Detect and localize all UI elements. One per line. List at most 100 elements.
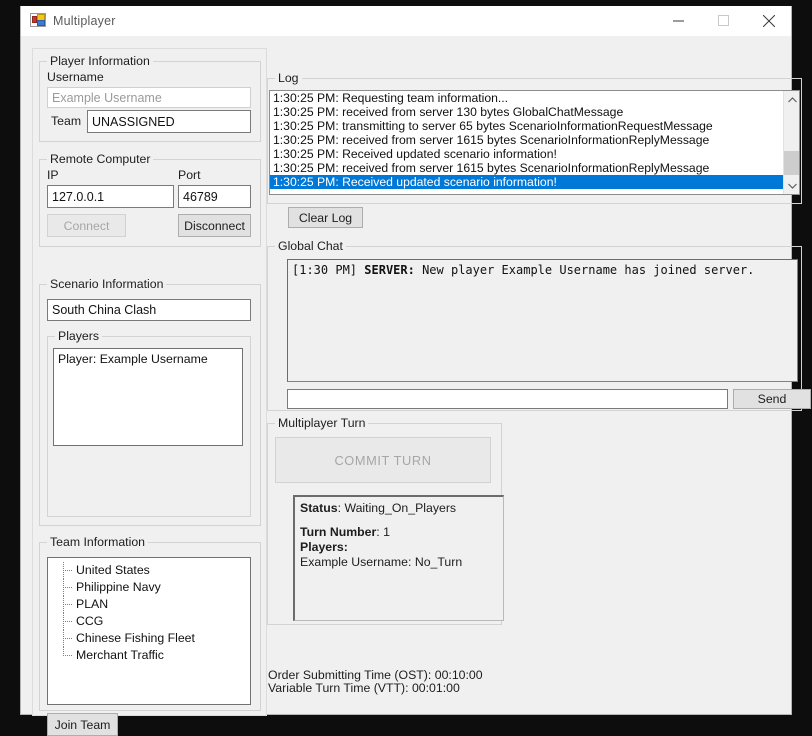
minimize-icon[interactable] <box>656 6 701 36</box>
multiplayer-turn-title: Multiplayer Turn <box>275 416 369 430</box>
disconnect-button-label: Disconnect <box>184 218 245 233</box>
players-group-title: Players <box>55 329 103 343</box>
team-label: Team <box>51 114 82 128</box>
scrollbar-thumb[interactable] <box>784 151 799 175</box>
log-items: 1:30:25 PM: Requesting team information.… <box>270 91 783 194</box>
commit-turn-button[interactable]: COMMIT TURN <box>275 437 491 483</box>
tree-item-label: Chinese Fishing Fleet <box>76 631 195 645</box>
close-icon[interactable] <box>746 6 791 36</box>
tree-item-united-states[interactable]: United States <box>48 562 250 579</box>
tree-item-merchant-traffic[interactable]: Merchant Traffic <box>48 647 250 664</box>
team-value-text: UNASSIGNED <box>92 114 175 129</box>
log-entry[interactable]: 1:30:25 PM: Requesting team information.… <box>270 91 783 105</box>
commit-turn-button-label: COMMIT TURN <box>334 452 432 468</box>
tree-dash <box>63 638 72 639</box>
maximize-icon[interactable] <box>701 6 746 36</box>
scenario-information-group: Scenario Information South China Clash P… <box>39 277 261 526</box>
players-listbox[interactable]: Player: Example Username <box>53 348 243 446</box>
players-group: Players Player: Example Username <box>47 329 251 517</box>
tree-dash <box>63 621 72 622</box>
chat-sender: SERVER: <box>364 263 415 277</box>
log-entry[interactable]: 1:30:25 PM: transmitting to server 65 by… <box>270 119 783 133</box>
window-title: Multiplayer <box>53 13 116 28</box>
global-chat-title: Global Chat <box>275 239 346 253</box>
connect-button[interactable]: Connect <box>47 214 126 237</box>
chat-timestamp: [1:30 PM] <box>292 263 358 277</box>
log-scrollbar[interactable] <box>783 91 799 194</box>
send-button[interactable]: Send <box>733 389 811 409</box>
turn-status-panel: Status: Waiting_On_Players Turn Number: … <box>293 495 504 621</box>
team-information-group: Team Information United States Philippin… <box>39 535 261 736</box>
log-entry[interactable]: 1:30:25 PM: received from server 1615 by… <box>270 161 783 175</box>
tree-dash <box>63 587 72 588</box>
winforms-app-icon <box>30 12 46 29</box>
ip-value-text: 127.0.0.1 <box>52 189 105 204</box>
players-label: Players: <box>300 540 348 554</box>
scenario-name-field[interactable]: South China Clash <box>47 299 251 321</box>
window-controls <box>656 6 791 36</box>
tree-item-philippine-navy[interactable]: Philippine Navy <box>48 579 250 596</box>
player-information-title: Player Information <box>47 54 153 68</box>
remote-computer-group: Remote Computer IP Port 127.0.0.1 46789 … <box>39 152 261 247</box>
log-entry[interactable]: 1:30:25 PM: Received updated scenario in… <box>270 147 783 161</box>
chat-input[interactable] <box>287 389 728 409</box>
username-input[interactable]: Example Username <box>47 87 251 108</box>
join-team-button-label: Join Team <box>54 717 111 732</box>
title-bar: Multiplayer <box>21 6 791 36</box>
tree-dash <box>63 570 72 571</box>
scroll-down-icon[interactable] <box>784 177 799 194</box>
ip-input[interactable]: 127.0.0.1 <box>47 185 174 208</box>
global-chat-log[interactable]: [1:30 PM] SERVER: New player Example Use… <box>287 259 798 382</box>
scenario-name-text: South China Clash <box>52 303 157 317</box>
join-team-button[interactable]: Join Team <box>47 713 118 736</box>
tree-dash <box>63 604 72 605</box>
disconnect-button[interactable]: Disconnect <box>178 214 251 237</box>
ip-label: IP <box>47 168 59 182</box>
team-value-field[interactable]: UNASSIGNED <box>87 110 251 133</box>
port-value-text: 46789 <box>183 189 218 204</box>
tree-item-ccg[interactable]: CCG <box>48 613 250 630</box>
ost-line: Order Submitting Time (OST): 00:10:00 <box>268 668 483 682</box>
team-information-title: Team Information <box>47 535 149 549</box>
tree-item-label: Philippine Navy <box>76 580 161 594</box>
log-entry[interactable]: 1:30:25 PM: received from server 1615 by… <box>270 133 783 147</box>
chat-body: New player Example Username has joined s… <box>422 263 755 277</box>
log-group-title: Log <box>275 71 302 85</box>
vtt-line: Variable Turn Time (VTT): 00:01:00 <box>268 681 460 695</box>
username-label: Username <box>47 70 104 84</box>
turn-number-label: Turn Number <box>300 525 377 539</box>
tree-item-chinese-fishing-fleet[interactable]: Chinese Fishing Fleet <box>48 630 250 647</box>
clear-log-button-label: Clear Log <box>298 210 353 225</box>
scroll-up-icon[interactable] <box>784 91 799 108</box>
log-listbox[interactable]: 1:30:25 PM: Requesting team information.… <box>269 90 800 195</box>
players-line: Players: <box>300 540 498 555</box>
connect-button-label: Connect <box>63 218 110 233</box>
tree-item-label: United States <box>76 563 150 577</box>
log-entry-selected[interactable]: 1:30:25 PM: Received updated scenario in… <box>270 175 783 189</box>
team-treeview[interactable]: United States Philippine Navy PLAN CCG C… <box>47 557 251 705</box>
scenario-information-title: Scenario Information <box>47 277 167 291</box>
turn-number-line: Turn Number: 1 <box>300 525 390 539</box>
tree-dash <box>63 655 72 656</box>
remote-computer-title: Remote Computer <box>47 152 154 166</box>
send-button-label: Send <box>757 392 787 406</box>
log-entry[interactable]: 1:30:25 PM: received from server 130 byt… <box>270 105 783 119</box>
left-panel: Player Information Username Example User… <box>32 48 267 736</box>
tree-item-label: CCG <box>76 614 104 628</box>
status-label: Status <box>300 501 338 515</box>
port-input[interactable]: 46789 <box>178 185 251 208</box>
username-placeholder-text: Example Username <box>52 90 162 105</box>
tree-item-plan[interactable]: PLAN <box>48 596 250 613</box>
turn-number-value: 1 <box>383 525 390 539</box>
player-information-group: Player Information Username Example User… <box>39 54 261 142</box>
chat-message: [1:30 PM] SERVER: New player Example Use… <box>292 263 793 278</box>
client-area: Player Information Username Example User… <box>21 36 811 736</box>
status-value: Waiting_On_Players <box>344 501 457 515</box>
tree-item-label: Merchant Traffic <box>76 648 164 662</box>
port-label: Port <box>178 168 201 182</box>
tree-item-label: PLAN <box>76 597 109 611</box>
multiplayer-window: Multiplayer Player Information Username <box>20 6 811 736</box>
list-item[interactable]: Player: Example Username <box>54 349 242 367</box>
clear-log-button[interactable]: Clear Log <box>288 207 363 228</box>
status-line: Status: Waiting_On_Players <box>300 501 457 515</box>
